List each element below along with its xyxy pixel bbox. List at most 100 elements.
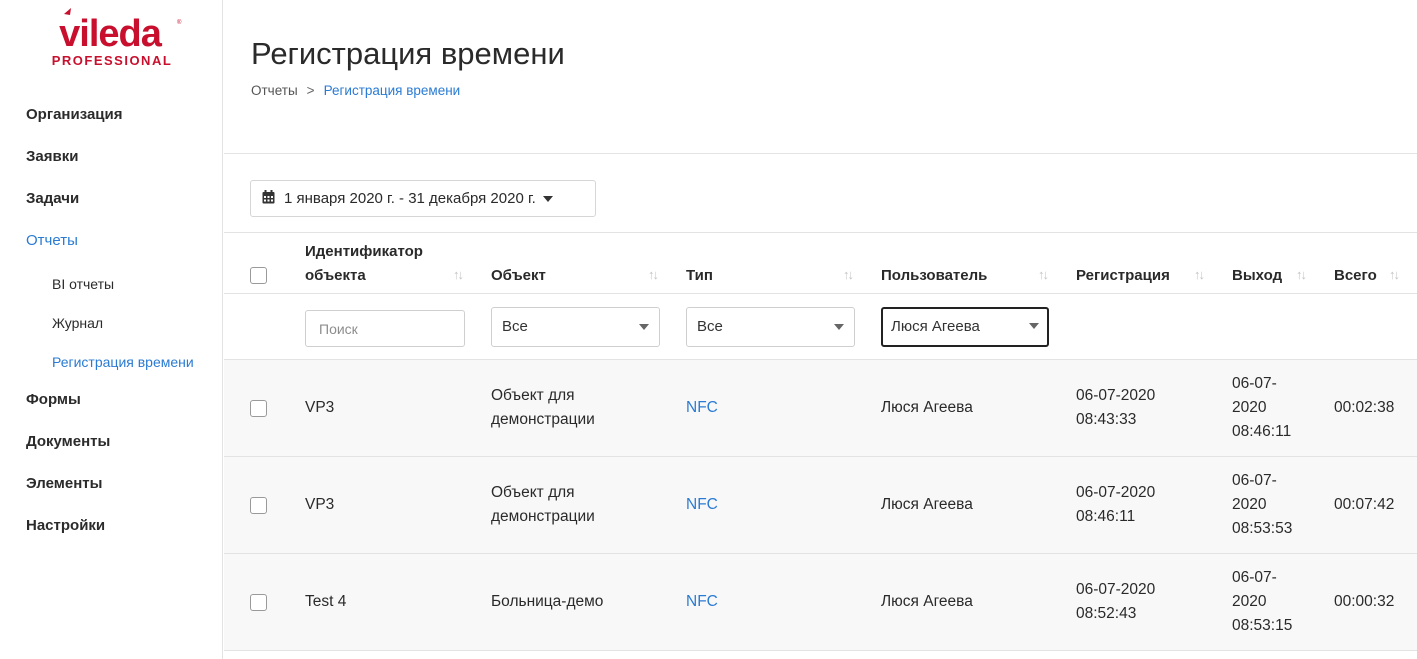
table-header-row: Идентификатор объекта ↑↓ Объект ↑↓ Тип ↑… <box>224 232 1417 294</box>
cell-object-id: VP3 <box>305 496 335 513</box>
chevron-down-icon <box>1029 323 1039 329</box>
svg-text:PROFESSIONAL: PROFESSIONAL <box>52 53 173 68</box>
cell-type-link[interactable]: NFC <box>686 493 718 517</box>
column-header-user[interactable]: Пользователь <box>881 264 987 288</box>
cell-object-line1: Объект для <box>491 484 575 501</box>
cell-checkout-line3: 08:53:53 <box>1232 520 1293 537</box>
svg-text:vileda: vileda <box>59 13 163 55</box>
cell-checkout-line1: 06-07- <box>1232 569 1277 586</box>
cell-checkin-date: 06-07-2020 <box>1076 484 1156 501</box>
cell-checkout-line1: 06-07- <box>1232 375 1277 392</box>
object-filter-select[interactable]: Все <box>491 307 660 347</box>
cell-object-line2: демонстрации <box>491 508 595 525</box>
sort-icon[interactable]: ↑↓ <box>843 267 854 282</box>
cell-object: Объект для демонстрации <box>491 481 595 529</box>
main-content: Регистрация времени Отчеты > Регистрация в… <box>224 0 1417 659</box>
cell-object: Объект для демонстрации <box>491 384 595 432</box>
cell-object-id: Test 4 <box>305 593 347 610</box>
sidebar-nav: Организация Заявки Задачи Отчеты BI отче… <box>0 96 223 549</box>
vileda-logo[interactable]: vileda PROFESSIONAL ® <box>40 6 184 70</box>
cell-user: Люся Агеева <box>881 399 973 416</box>
sidebar-subitem-bi-reports[interactable]: BI отчеты <box>0 264 223 303</box>
cell-checkout-line1: 06-07- <box>1232 472 1277 489</box>
sort-icon[interactable]: ↑↓ <box>453 267 464 282</box>
sort-icon[interactable]: ↑↓ <box>1038 267 1049 282</box>
sidebar-subitem-time-registration[interactable]: Регистрация времени <box>0 342 223 381</box>
type-filter-select[interactable]: Все <box>686 307 855 347</box>
select-all-checkbox[interactable] <box>250 267 267 284</box>
type-filter-value: Все <box>697 318 723 335</box>
breadcrumb-current: Регистрация времени <box>323 83 461 98</box>
date-range-button[interactable]: 1 января 2020 г. - 31 декабря 2020 г. <box>250 180 596 217</box>
cell-checkout-line3: 08:53:15 <box>1232 617 1293 634</box>
column-header-object[interactable]: Объект <box>491 264 546 288</box>
cell-object-line2: демонстрации <box>491 411 595 428</box>
cell-checkin-time: 08:52:43 <box>1076 605 1137 622</box>
breadcrumb-parent[interactable]: Отчеты <box>251 83 298 98</box>
cell-checkout-line2: 2020 <box>1232 593 1267 610</box>
sidebar-item-forms[interactable]: Формы <box>0 381 223 423</box>
chevron-down-icon <box>834 324 844 330</box>
sidebar-subitem-journal[interactable]: Журнал <box>0 303 223 342</box>
user-filter-value: Люся Агеева <box>891 318 980 335</box>
table-filter-row: Все Все Люся Агеева <box>224 294 1417 360</box>
cell-checkin-date: 06-07-2020 <box>1076 387 1156 404</box>
column-header-checkout[interactable]: Выход <box>1232 264 1282 288</box>
chevron-down-icon <box>639 324 649 330</box>
sort-icon[interactable]: ↑↓ <box>1389 267 1400 282</box>
user-filter-select[interactable]: Люся Агеева <box>881 307 1049 347</box>
date-range-label: 1 января 2020 г. - 31 декабря 2020 г. <box>284 190 536 207</box>
cell-checkin-time: 08:43:33 <box>1076 411 1137 428</box>
sort-icon[interactable]: ↑↓ <box>648 267 659 282</box>
svg-text:®: ® <box>177 19 182 26</box>
cell-checkin: 06-07-2020 08:46:11 <box>1076 481 1155 529</box>
cell-checkout-line2: 2020 <box>1232 399 1267 416</box>
cell-checkout: 06-07- 2020 08:53:15 <box>1232 566 1292 638</box>
column-header-type[interactable]: Тип <box>686 264 713 288</box>
object-id-search-input[interactable] <box>305 310 465 347</box>
cell-object-line1: Объект для <box>491 387 575 404</box>
object-filter-value: Все <box>502 318 528 335</box>
sort-icon[interactable]: ↑↓ <box>1296 267 1307 282</box>
cell-user: Люся Агеева <box>881 496 973 513</box>
sidebar-item-tasks[interactable]: Задачи <box>0 180 223 222</box>
cell-checkin-date: 06-07-2020 <box>1076 581 1156 598</box>
cell-total: 00:07:42 <box>1334 496 1395 513</box>
sidebar-item-elements[interactable]: Элементы <box>0 465 223 507</box>
sidebar-item-reports[interactable]: Отчеты <box>0 222 223 264</box>
sidebar-item-documents[interactable]: Документы <box>0 423 223 465</box>
cell-checkout-line3: 08:46:11 <box>1232 423 1292 440</box>
cell-checkin-time: 08:46:11 <box>1076 508 1136 525</box>
cell-checkout: 06-07- 2020 08:53:53 <box>1232 469 1292 541</box>
breadcrumb: Отчеты > Регистрация времени <box>251 83 460 98</box>
cell-object: Больница-демо <box>491 593 604 610</box>
calendar-icon <box>262 189 275 208</box>
row-checkbox[interactable] <box>250 400 267 417</box>
cell-object-id: VP3 <box>305 399 335 416</box>
column-header-object-id-line1: Идентификатор <box>305 243 423 260</box>
table-row[interactable]: VP3 Объект для демонстрации NFC Люся Аге… <box>224 457 1417 554</box>
table-row[interactable]: VP3 Объект для демонстрации NFC Люся Аге… <box>224 360 1417 457</box>
sidebar: vileda PROFESSIONAL ® Организация Заявки… <box>0 0 223 659</box>
cell-checkout-line2: 2020 <box>1232 496 1267 513</box>
column-header-total[interactable]: Всего <box>1334 264 1377 288</box>
sidebar-item-requests[interactable]: Заявки <box>0 138 223 180</box>
cell-total: 00:00:32 <box>1334 593 1395 610</box>
breadcrumb-separator: > <box>306 83 315 98</box>
column-header-checkin[interactable]: Регистрация <box>1076 264 1170 288</box>
caret-down-icon <box>542 195 553 202</box>
sidebar-item-organization[interactable]: Организация <box>0 96 223 138</box>
sidebar-item-settings[interactable]: Настройки <box>0 507 223 549</box>
row-checkbox[interactable] <box>250 594 267 611</box>
cell-checkin: 06-07-2020 08:43:33 <box>1076 384 1155 432</box>
cell-checkout: 06-07- 2020 08:46:11 <box>1232 372 1291 444</box>
sort-icon[interactable]: ↑↓ <box>1194 267 1205 282</box>
table-row[interactable]: Test 4 Больница-демо NFC Люся Агеева 06-… <box>224 554 1417 651</box>
column-header-object-id[interactable]: Идентификатор объекта <box>305 240 423 288</box>
cell-type-link[interactable]: NFC <box>686 590 718 614</box>
column-header-object-id-line2: объекта <box>305 267 366 284</box>
cell-user: Люся Агеева <box>881 593 973 610</box>
cell-type-link[interactable]: NFC <box>686 396 718 420</box>
cell-total: 00:02:38 <box>1334 399 1395 416</box>
row-checkbox[interactable] <box>250 497 267 514</box>
